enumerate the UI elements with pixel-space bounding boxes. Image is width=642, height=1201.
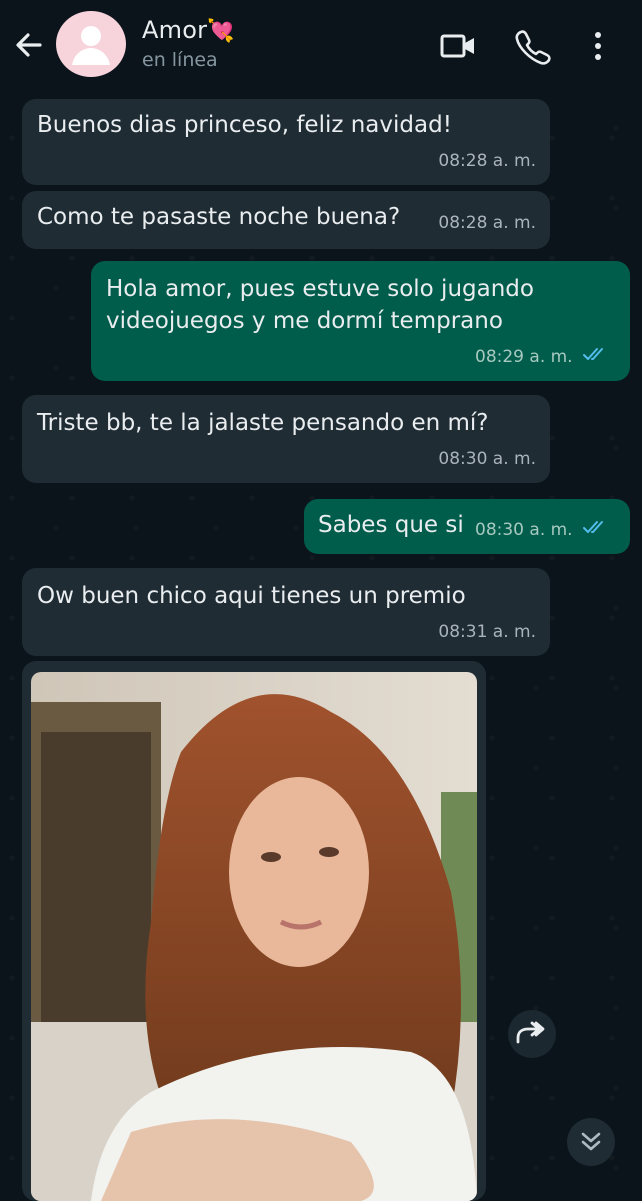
more-vert-icon[interactable] — [586, 26, 610, 66]
message-text: Triste bb, te la jalaste pensando en mí? — [37, 410, 489, 436]
phone-icon[interactable] — [512, 26, 552, 66]
message-text: Hola amor, pues estuve solo jugando vide… — [106, 276, 534, 334]
message-meta: 08:30 a. m. — [475, 514, 608, 546]
message-bubble-incoming[interactable]: Como te pasaste noche buena? 08:28 a. m. — [22, 191, 550, 249]
message-time: 08:30 a. m. — [438, 449, 536, 469]
heart-arrow-emoji: 💘 — [207, 19, 235, 44]
contact-info[interactable]: Amor💘 en línea — [142, 16, 235, 71]
avatar[interactable] — [56, 11, 126, 77]
message-bubble-outgoing[interactable]: Hola amor, pues estuve solo jugando vide… — [91, 261, 630, 381]
double-chevron-down-icon — [581, 1132, 601, 1151]
message-time: 08:28 a. m. — [438, 213, 536, 233]
read-ticks-icon — [582, 514, 608, 546]
message-time: 08:29 a. m. — [475, 347, 573, 367]
message-meta: 08:29 a. m. — [475, 341, 608, 373]
chat-header: Amor💘 en línea — [0, 0, 642, 92]
message-text: Buenos dias princeso, feliz navidad! — [37, 112, 452, 138]
image-message-bubble[interactable] — [22, 661, 486, 1201]
photo-of-woman-with-long-red-hair[interactable] — [31, 672, 477, 1201]
message-time: 08:28 a. m. — [438, 151, 536, 171]
message-bubble-incoming[interactable]: Buenos dias princeso, feliz navidad! 08:… — [22, 99, 550, 185]
forward-button[interactable] — [508, 1010, 556, 1058]
arrow-left-icon[interactable] — [12, 26, 46, 64]
read-ticks-icon — [582, 341, 608, 373]
message-time: 08:30 a. m. — [475, 520, 573, 540]
forward-icon — [516, 1021, 545, 1044]
scroll-to-bottom-button[interactable] — [567, 1118, 615, 1166]
contact-status: en línea — [142, 49, 218, 71]
message-bubble-outgoing[interactable]: Sabes que si 08:30 a. m. — [304, 499, 630, 554]
contact-name: Amor💘 — [142, 16, 235, 44]
message-bubble-incoming[interactable]: Triste bb, te la jalaste pensando en mí?… — [22, 395, 550, 483]
message-text: Ow buen chico aqui tienes un premio — [37, 583, 466, 609]
video-call-icon[interactable] — [438, 26, 478, 66]
message-bubble-incoming[interactable]: Ow buen chico aqui tienes un premio 08:3… — [22, 568, 550, 656]
message-time: 08:31 a. m. — [438, 622, 536, 642]
